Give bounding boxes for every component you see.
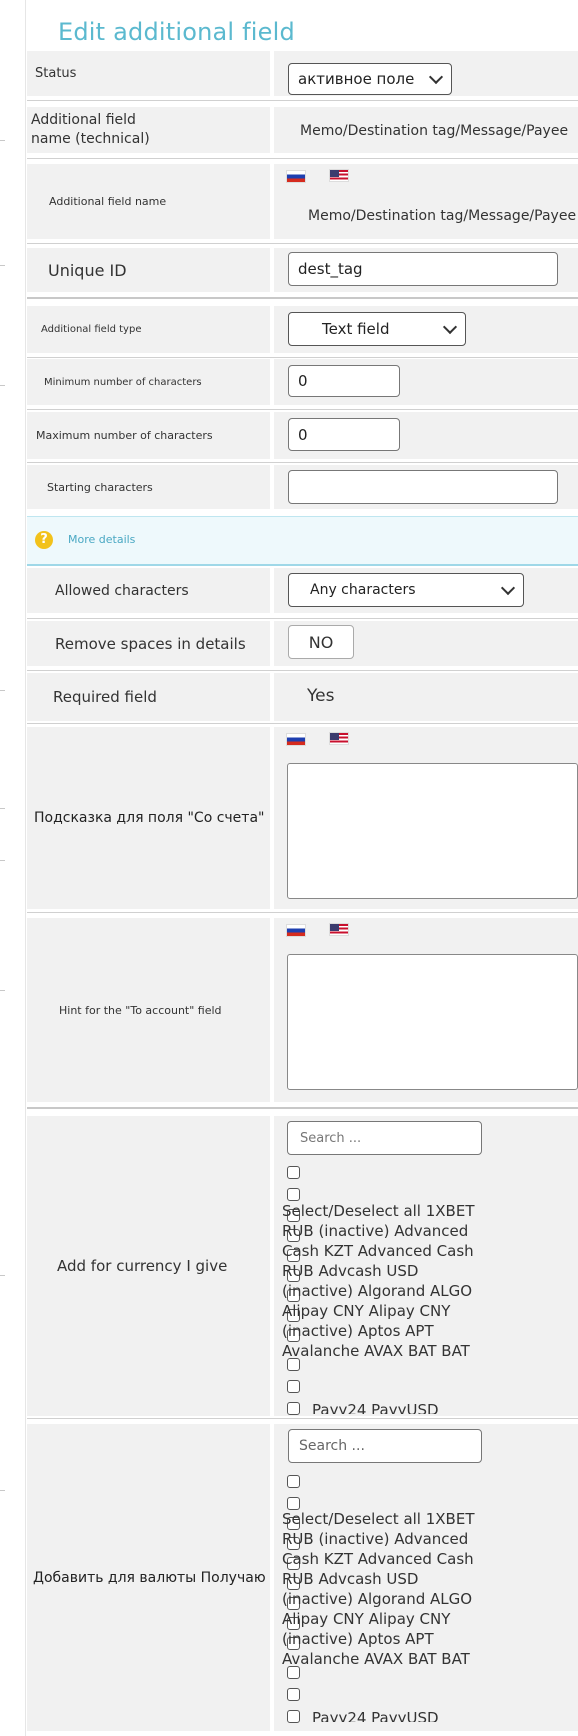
hint-from-label: Подсказка для поля "Со счета" <box>34 810 265 826</box>
flag-usa-icon[interactable] <box>329 169 349 182</box>
remove-spaces-value: NO <box>308 632 334 652</box>
currency-get-checkbox[interactable] <box>287 1475 300 1488</box>
min-chars-label-cell: Minimum number of characters <box>27 359 270 405</box>
allowed-chars-label-cell: Allowed characters <box>27 568 270 613</box>
remove-spaces-label: Remove spaces in details <box>55 634 246 653</box>
allowed-chars-select-value: Any characters <box>310 582 416 598</box>
max-chars-label-cell: Maximum number of characters <box>27 412 270 459</box>
currency-get-label-cell: Добавить для валюты Получаю <box>27 1424 270 1731</box>
currency-get-cut-row: Payy24 PayyUSD <box>282 1708 482 1722</box>
field-type-label: Additional field type <box>41 324 142 335</box>
min-chars-input[interactable]: 0 <box>288 365 400 397</box>
flag-usa-icon[interactable] <box>329 923 349 936</box>
currency-give-label: Add for currency I give <box>57 1257 228 1275</box>
currency-give-search-placeholder: Search ... <box>300 1130 362 1146</box>
starting-chars-label: Starting characters <box>47 480 153 494</box>
required-label: Required field <box>53 688 157 706</box>
more-details-link[interactable]: More details <box>68 533 135 546</box>
min-chars-value: 0 <box>298 372 308 390</box>
page-title: Edit additional field <box>58 18 295 46</box>
currency-give-options-list: Select/Deselect all 1XBET RUB (inactive)… <box>282 1202 475 1360</box>
more-details-row: ? More details <box>27 516 578 566</box>
currency-give-checkbox[interactable] <box>287 1380 300 1393</box>
required-value[interactable]: Yes <box>307 686 334 706</box>
remove-spaces-toggle[interactable]: NO <box>288 625 354 659</box>
currency-give-label-cell: Add for currency I give <box>27 1116 270 1416</box>
field-type-label-cell: Additional field type <box>27 306 270 353</box>
status-select[interactable]: активное поле <box>288 63 452 95</box>
unique-id-value: dest_tag <box>298 260 363 278</box>
starting-chars-input[interactable] <box>288 470 558 504</box>
allowed-chars-select[interactable]: Any characters <box>288 573 524 607</box>
currency-get-label: Добавить для валюты Получаю <box>33 1569 266 1586</box>
tech-name-label-cell: Additional field name (technical) <box>27 107 270 153</box>
unique-id-label-cell: Unique ID <box>27 248 270 292</box>
field-name-value: Memo/Destination tag/Message/Payee <box>308 208 577 224</box>
currency-get-search-input[interactable]: Search ... <box>288 1429 482 1463</box>
currency-get-search-placeholder: Search ... <box>299 1438 365 1454</box>
field-name-value-cell <box>274 164 578 239</box>
flag-usa-icon[interactable] <box>329 732 349 745</box>
chevron-down-icon <box>428 69 444 85</box>
flag-russia-icon[interactable] <box>286 924 306 937</box>
flag-russia-icon[interactable] <box>286 733 306 746</box>
chevron-down-icon <box>500 580 516 596</box>
currency-give-cut-text: Payy24 PayyUSD <box>312 1401 439 1414</box>
required-row: Required field <box>27 673 578 721</box>
currency-give-checkbox[interactable] <box>287 1188 300 1201</box>
currency-give-cut-row: Payy24 PayyUSD <box>282 1400 482 1414</box>
hint-to-textarea[interactable] <box>287 954 578 1090</box>
status-label-cell: Status <box>27 51 270 96</box>
currency-get-options-list: Select/Deselect all 1XBET RUB (inactive)… <box>282 1510 475 1668</box>
hint-from-textarea[interactable] <box>287 763 578 899</box>
field-name-label-cell: Additional field name <box>27 164 270 239</box>
unique-id-label: Unique ID <box>48 260 127 280</box>
max-chars-label: Maximum number of characters <box>36 429 213 442</box>
unique-id-input[interactable]: dest_tag <box>288 252 558 286</box>
currency-get-checkbox[interactable] <box>287 1688 300 1701</box>
max-chars-input[interactable]: 0 <box>288 418 400 451</box>
remove-spaces-label-cell: Remove spaces in details <box>27 621 270 666</box>
status-label: Status <box>35 66 77 81</box>
field-type-select-value: Text field <box>322 320 390 338</box>
flag-russia-icon[interactable] <box>286 170 306 183</box>
currency-give-search-input[interactable]: Search ... <box>287 1121 482 1155</box>
field-type-select[interactable]: Text field <box>288 312 466 346</box>
min-chars-label: Minimum number of characters <box>44 376 202 388</box>
left-edge-panel <box>0 0 26 1736</box>
tech-name-value: Memo/Destination tag/Message/Payee <box>300 123 569 139</box>
currency-give-checkbox[interactable] <box>287 1166 300 1179</box>
allowed-chars-label: Allowed characters <box>55 582 189 599</box>
hint-from-label-cell: Подсказка для поля "Со счета" <box>27 727 270 909</box>
required-label-cell: Required field <box>27 673 270 721</box>
max-chars-value: 0 <box>298 425 308 444</box>
currency-get-cut-text: Payy24 PayyUSD <box>312 1709 439 1722</box>
question-icon: ? <box>35 531 53 549</box>
field-name-label: Additional field name <box>49 195 167 208</box>
hint-to-label: Hint for the "To account" field <box>59 1003 222 1017</box>
starting-chars-label-cell: Starting characters <box>27 465 270 509</box>
tech-name-label: Additional field name (technical) <box>31 112 150 147</box>
chevron-down-icon <box>442 319 458 335</box>
hint-to-label-cell: Hint for the "To account" field <box>27 918 270 1102</box>
status-select-value: активное поле <box>298 70 415 88</box>
